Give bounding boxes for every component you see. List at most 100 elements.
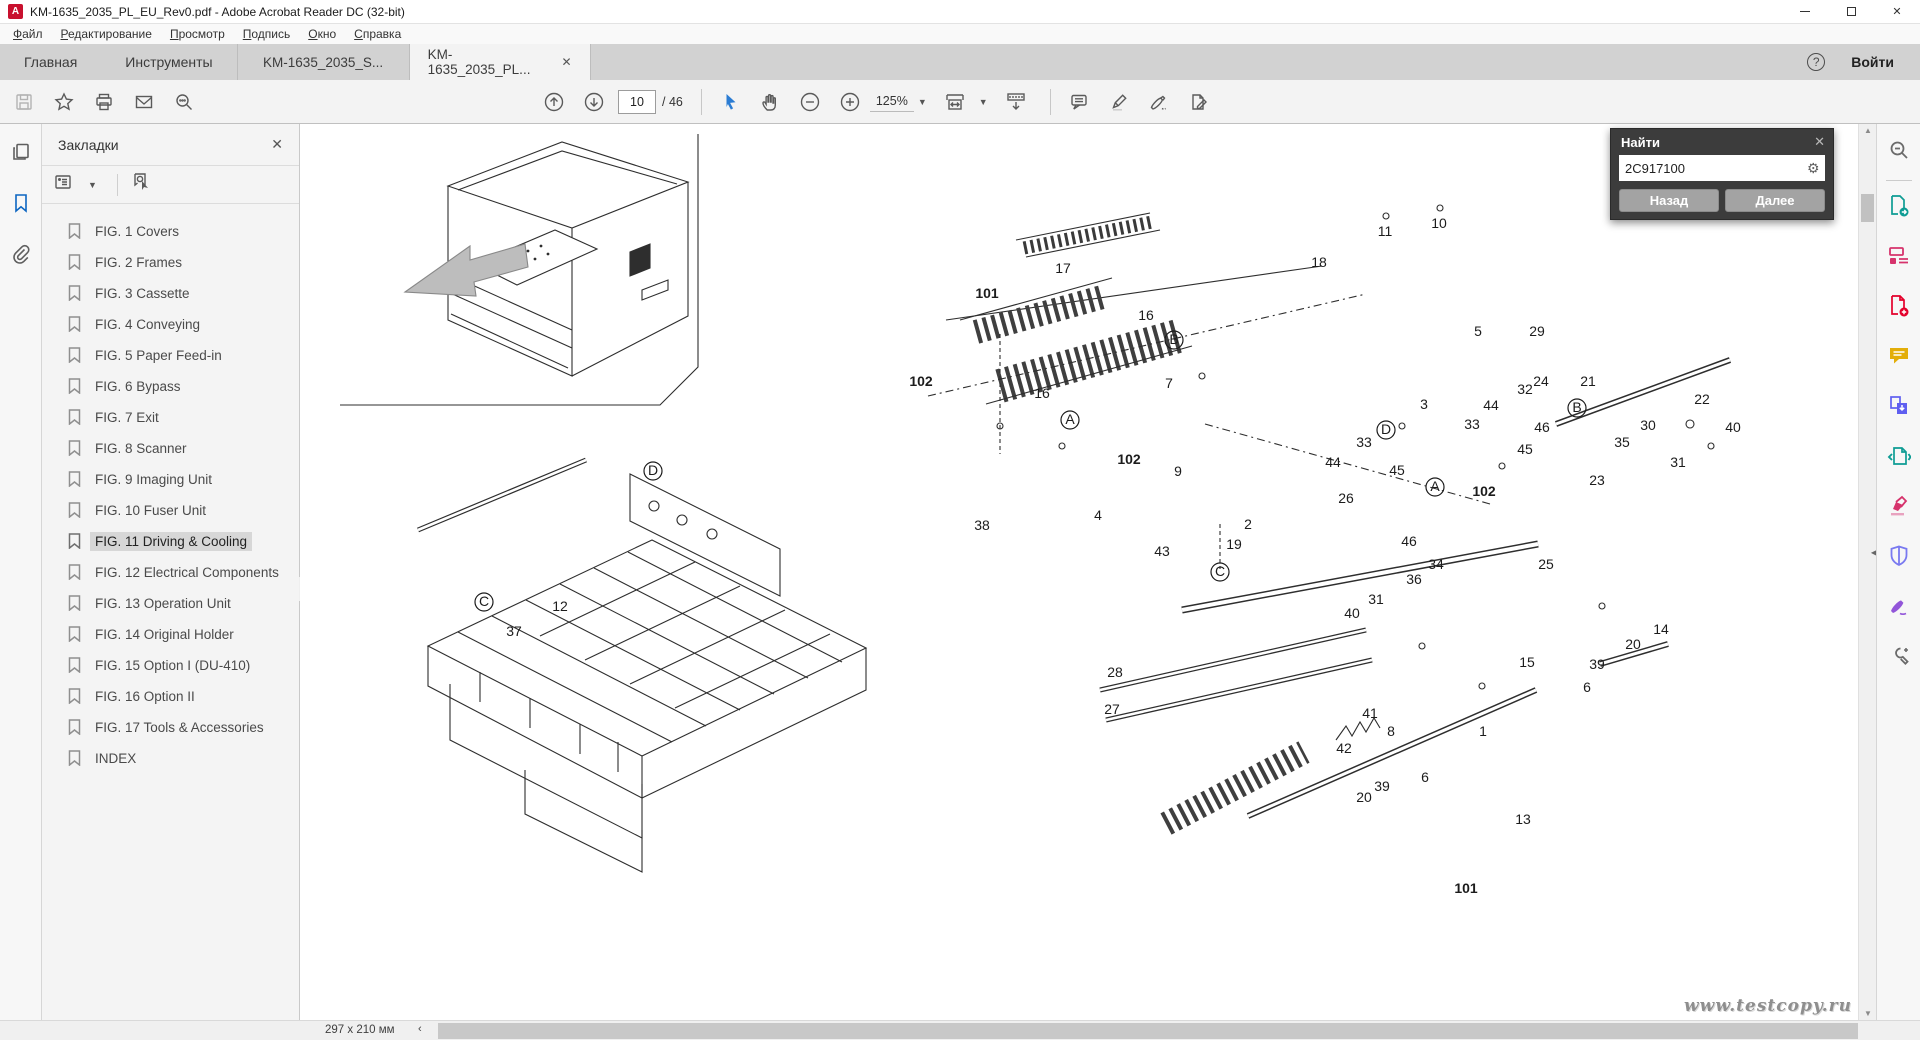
bookmark-item[interactable]: FIG. 16 Option II [68,681,293,712]
bookmark-item[interactable]: FIG. 10 Fuser Unit [68,495,293,526]
minimize-button[interactable] [1782,0,1828,23]
hscroll-left-icon[interactable]: ‹ [418,1023,422,1035]
find-next-button[interactable]: Далее [1725,189,1825,212]
horizontal-scrollbar[interactable] [438,1023,1858,1039]
edit-document-button[interactable] [1179,85,1219,119]
help-icon[interactable]: ? [1807,53,1825,71]
svg-text:20: 20 [1625,636,1641,652]
tab-tools[interactable]: Инструменты [101,44,236,80]
tab-document-2-active[interactable]: KM-1635_2035_PL... ✕ [409,44,591,80]
previous-page-button[interactable] [534,85,574,119]
create-pdf-icon[interactable] [1887,294,1911,323]
pdf-page[interactable]: 1710116B1811105292410216A744322122403035… [300,124,1858,1020]
scroll-down-icon[interactable]: ▼ [1859,1009,1877,1018]
bookmark-item[interactable]: FIG. 5 Paper Feed-in [68,340,293,371]
edit-pdf-icon[interactable] [1887,244,1911,273]
menu-item-3[interactable]: Подпись [234,25,300,43]
search-icon[interactable] [1887,138,1911,167]
attachments-icon[interactable] [11,244,31,269]
close-button[interactable]: ✕ [1874,0,1920,23]
tab-document-1[interactable]: KM-1635_2035_S... [237,44,409,80]
vertical-scrollbar[interactable]: ▲ ▼ [1858,124,1876,1020]
bookmark-item[interactable]: FIG. 11 Driving & Cooling [68,526,293,557]
zoom-level-value[interactable]: 125% [870,91,914,112]
bookmark-item[interactable]: FIG. 12 Electrical Components [68,557,293,588]
combine-files-icon[interactable] [1887,394,1911,423]
bookmark-item[interactable]: FIG. 13 Operation Unit [68,588,293,619]
fit-page-icon [1004,91,1028,113]
comment-icon[interactable] [1887,344,1911,373]
svg-text:41: 41 [1362,705,1378,721]
sign-button[interactable] [1139,85,1179,119]
fit-caret-icon[interactable]: ▼ [979,97,988,107]
print-button[interactable] [84,85,124,119]
fit-width-button[interactable] [935,85,975,119]
more-tools-icon[interactable] [1887,644,1911,673]
zoom-caret-icon[interactable]: ▼ [918,97,927,107]
bookmark-item[interactable]: FIG. 1 Covers [68,216,293,247]
find-back-button[interactable]: Назад [1619,189,1719,212]
bookmark-item[interactable]: FIG. 3 Cassette [68,278,293,309]
bookmark-item[interactable]: FIG. 4 Conveying [68,309,293,340]
find-options-gear-icon[interactable]: ⚙ [1807,160,1826,177]
maximize-button[interactable] [1828,0,1874,23]
bookmark-item[interactable]: FIG. 17 Tools & Accessories [68,712,293,743]
bookmarks-close-icon[interactable]: ✕ [271,136,283,153]
svg-text:23: 23 [1589,472,1605,488]
fit-page-button[interactable] [996,85,1036,119]
bookmarks-icon[interactable] [12,193,30,218]
comment-button[interactable] [1059,85,1099,119]
sign-in-button[interactable]: Войти [1851,54,1894,70]
bookmark-item[interactable]: FIG. 8 Scanner [68,433,293,464]
zoom-in-button[interactable] [830,85,870,119]
scroll-up-icon[interactable]: ▲ [1859,126,1877,135]
bookmark-item[interactable]: FIG. 9 Imaging Unit [68,464,293,495]
protect-pdf-icon[interactable] [1887,544,1911,573]
svg-text:44: 44 [1325,454,1341,470]
bookmark-icon [68,564,81,580]
fill-sign-icon[interactable] [1887,594,1911,623]
bookmark-label: FIG. 5 Paper Feed-in [90,346,227,365]
svg-text:40: 40 [1344,605,1360,621]
svg-text:15: 15 [1519,654,1535,670]
menu-item-2[interactable]: Просмотр [161,25,234,43]
highlight-icon[interactable] [1887,494,1911,523]
menu-item-5[interactable]: Справка [345,25,410,43]
bookmark-item[interactable]: FIG. 14 Original Holder [68,619,293,650]
highlight-button[interactable] [1099,85,1139,119]
menu-item-1[interactable]: Редактирование [52,25,161,43]
svg-text:27: 27 [1104,701,1120,717]
panel-divider [117,174,118,196]
compress-pdf-icon[interactable] [1887,444,1911,473]
menu-item-4[interactable]: Окно [299,25,345,43]
page-thumbnails-icon[interactable] [11,142,31,167]
select-tool-button[interactable] [710,85,750,119]
bookmark-item[interactable]: INDEX [68,743,293,774]
bookmark-item[interactable]: FIG. 7 Exit [68,402,293,433]
search-icon [174,92,194,112]
search-button[interactable] [164,85,204,119]
save-button[interactable] [4,85,44,119]
email-button[interactable] [124,85,164,119]
bookmark-item[interactable]: FIG. 6 Bypass [68,371,293,402]
bookmark-options-button[interactable] [54,173,76,196]
svg-text:9: 9 [1174,463,1182,479]
bookmark-label: FIG. 9 Imaging Unit [90,470,217,489]
svg-text:43: 43 [1154,543,1170,559]
page-number-input[interactable]: 10 [618,90,656,114]
bookmark-search-button[interactable] [130,172,152,197]
bookmark-item[interactable]: FIG. 15 Option I (DU-410) [68,650,293,681]
zoom-out-button[interactable] [790,85,830,119]
find-search-input[interactable] [1619,161,1807,176]
menu-item-0[interactable]: Файл [4,25,52,43]
bookmark-item[interactable]: FIG. 2 Frames [68,247,293,278]
tab-close-icon[interactable]: ✕ [562,55,572,69]
find-close-icon[interactable]: ✕ [1814,134,1825,150]
star-button[interactable] [44,85,84,119]
bookmark-options-caret-icon[interactable]: ▼ [88,180,97,190]
hand-tool-button[interactable] [750,85,790,119]
tab-home[interactable]: Главная [0,44,101,80]
next-page-button[interactable] [574,85,614,119]
export-pdf-icon[interactable] [1887,194,1911,223]
vertical-scroll-thumb[interactable] [1861,194,1874,222]
